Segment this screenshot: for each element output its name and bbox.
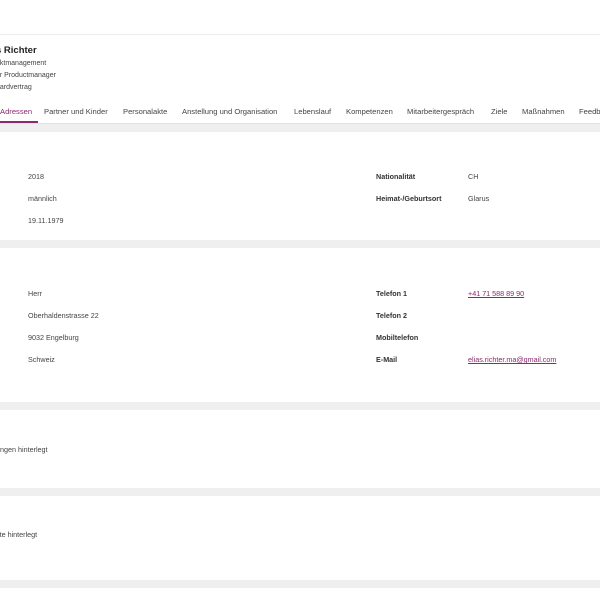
tab-kompetenzen[interactable]: Kompetenzen [346,107,393,116]
employee-role: or Productmanager [0,72,56,79]
country-value: Schweiz [28,355,55,364]
mobile-label: Mobiltelefon [376,333,419,342]
tab-partner-und-kinder[interactable]: Partner und Kinder [44,107,108,116]
top-bar [0,0,600,34]
tab-bar: Adressen Partner und Kinder Personalakte… [0,104,600,124]
tab-personalakte[interactable]: Personalakte [123,107,167,116]
city-value: 9032 Engelburg [28,333,79,342]
tab-anstellung-und-organisation[interactable]: Anstellung und Organisation [182,107,277,116]
section-5-card [0,588,600,600]
section-4-empty-text: kte hinterlegt [0,530,38,539]
section-3-card: r ungen hinterlegt [0,410,600,488]
section-3-empty-text: ungen hinterlegt [0,445,48,454]
personal-data-card: 2018 männlich 19.11.1979 Nationalität CH… [0,132,600,240]
tab-lebenslauf[interactable]: Lebenslauf [294,107,331,116]
origin-value: Glarus [468,194,490,203]
street-value: Oberhaldenstrasse 22 [28,311,99,320]
tab-mitarbeitergespraech[interactable]: Mitarbeitergespräch [407,107,474,116]
phone2-label: Telefon 2 [376,311,408,320]
email-link[interactable]: elias.richter.ma@gmail.com [468,355,556,364]
birthdate-value: 19.11.1979 [28,216,64,225]
nationality-label: Nationalität [376,172,416,181]
section-4-card: kte hinterlegt [0,496,600,580]
employee-department: uktmanagement [0,60,47,67]
nationality-value: CH [468,172,479,181]
employee-name: s Richter [0,45,37,56]
tab-adressen[interactable]: Adressen [0,107,32,116]
origin-label: Heimat-/Geburtsort [376,194,442,203]
salutation-value: Herr [28,289,42,298]
gender-value: männlich [28,194,57,203]
active-tab-indicator [0,121,38,123]
tab-feedback[interactable]: Feedb [579,107,600,116]
email-label: E-Mail [376,355,398,364]
employee-contract: dardvertrag [0,84,32,91]
tab-massnahmen[interactable]: Maßnahmen [522,107,565,116]
personal-value-1: 2018 [28,172,44,181]
tab-ziele[interactable]: Ziele [491,107,507,116]
address-card: Herr Oberhaldenstrasse 22 9032 Engelburg… [0,248,600,402]
phone1-link[interactable]: +41 71 588 89 90 [468,289,524,298]
phone1-label: Telefon 1 [376,289,408,298]
